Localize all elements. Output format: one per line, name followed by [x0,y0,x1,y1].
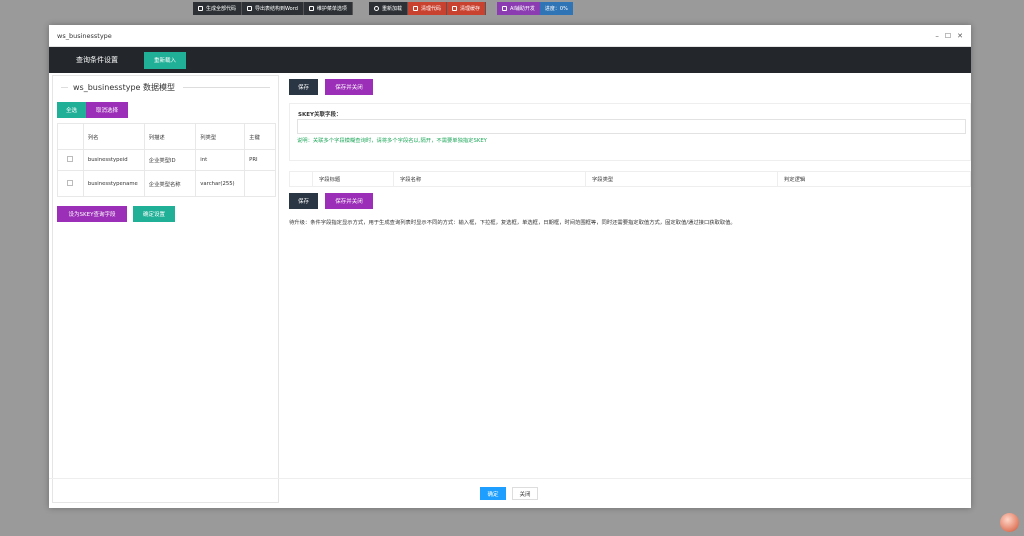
edit-icon [247,6,253,11]
cell-desc: 企业类型ID [143,149,197,171]
save-close-button-bottom[interactable]: 保存并关闭 [325,193,373,209]
cell-desc: 企业类型名称 [143,170,197,197]
model-title: ws_businesstype 数据模型 [73,83,175,92]
toolbar-group-ai: AI辅助开发 进度：0% [497,2,573,15]
fields-header-row: 字段标题 字段名称 字段类型 判定逻辑 [289,171,971,187]
progress-indicator: 进度：0% [539,2,573,15]
tab-bar: 查询条件设置 重新载入 [49,47,971,73]
toolbar-group-actions: 重新加载 清理代码 清理缓存 [369,2,487,15]
table-header-row: 列名 列描述 列类型 主键 [57,123,276,150]
column-header: 字段名称 [393,171,586,187]
data-model-panel: ws_businesstype 数据模型 全选 取消选择 列名 列描述 列类型 … [52,75,279,503]
column-header: 字段标题 [312,171,394,187]
cell-type: varchar(255) [195,170,246,197]
export-word-button[interactable]: 导出表结构到Word [242,2,304,15]
reload-model-button[interactable]: 重新载入 [144,51,186,69]
edit-icon [308,6,314,11]
column-header: 主键 [244,123,276,150]
refresh-icon [374,6,379,11]
cancel-select-button[interactable]: 取消选择 [86,102,128,118]
brush-icon [413,6,419,11]
panel-legend: ws_businesstype 数据模型 [61,82,270,93]
column-header: 列类型 [195,123,246,150]
upgrade-tip: 待升级：条件字段指定显示方式，用于生成查询列表时显示不同的方式：输入框，下拉框，… [289,220,736,226]
cell-pk: PRI [244,149,276,171]
query-settings-panel: 保存 保存并关闭 SKEY关联字段： 说明：关联多个字段模糊查询时，请将多个字段… [285,75,971,508]
modal-footer: 确定 关闭 [49,478,971,508]
modal-titlebar: ws_businesstype – ☐ ✕ [49,25,971,47]
window-controls: – ☐ ✕ [935,32,963,40]
minimize-icon[interactable]: – [935,32,939,40]
save-button-bottom[interactable]: 保存 [289,193,318,209]
row-checkbox[interactable] [67,179,74,186]
confirm-settings-button[interactable]: 确定设置 [133,206,175,222]
columns-table: 列名 列描述 列类型 主键 businesstypeid 企业类型ID int … [57,123,276,197]
generate-all-code-button[interactable]: 生成全部代码 [193,2,243,15]
close-button[interactable]: 关闭 [512,487,538,500]
table-row[interactable]: businesstypename 企业类型名称 varchar(255) [57,170,276,197]
save-button[interactable]: 保存 [289,79,318,95]
skey-note: 说明：关联多个字段模糊查询时，请将多个字段名以,隔开，不需要单独指定SKEY [297,138,487,144]
column-header: 列名 [82,123,145,150]
reload-button[interactable]: 重新加载 [369,2,409,15]
edit-icon [198,6,203,11]
ai-assist-button[interactable]: AI辅助开发 [497,2,540,15]
floating-assistant-icon[interactable] [1000,513,1019,532]
edit-icon [502,6,507,11]
modal-title: ws_businesstype [57,31,112,40]
maintain-menu-button[interactable]: 维护菜单选项 [303,2,353,15]
cell-name: businesstypename [82,170,145,197]
save-close-button[interactable]: 保存并关闭 [325,79,373,95]
clear-code-button[interactable]: 清理代码 [408,2,448,15]
close-icon[interactable]: ✕ [957,32,963,40]
ok-button[interactable]: 确定 [480,487,506,500]
skey-label: SKEY关联字段： [298,112,342,118]
maximize-icon[interactable]: ☐ [945,32,951,40]
toolbar-group-code: 生成全部代码 导出表结构到Word 维护菜单选项 [193,2,353,15]
tab-query-settings[interactable]: 查询条件设置 [76,55,146,65]
select-all-button[interactable]: 全选 [57,102,86,118]
skey-section: SKEY关联字段： 说明：关联多个字段模糊查询时，请将多个字段名以,隔开，不需要… [289,103,971,161]
cell-name: businesstypeid [82,149,145,171]
column-header: 列描述 [143,123,197,150]
clear-cache-button[interactable]: 清理缓存 [447,2,487,15]
table-row[interactable]: businesstypeid 企业类型ID int PRI [57,149,276,171]
column-header: 字段类型 [585,171,778,187]
column-header: 判定逻辑 [777,171,971,187]
set-skey-button[interactable]: 设为SKEY查询字段 [57,206,127,222]
row-checkbox[interactable] [67,156,74,162]
brush-icon [452,6,458,11]
fields-table: 字段标题 字段名称 字段类型 判定逻辑 [289,171,971,187]
cell-pk [244,170,276,197]
skey-input[interactable] [297,119,966,134]
cell-type: int [195,149,246,171]
modal-window: ws_businesstype – ☐ ✕ 查询条件设置 重新载入 ws_bus… [49,25,971,508]
